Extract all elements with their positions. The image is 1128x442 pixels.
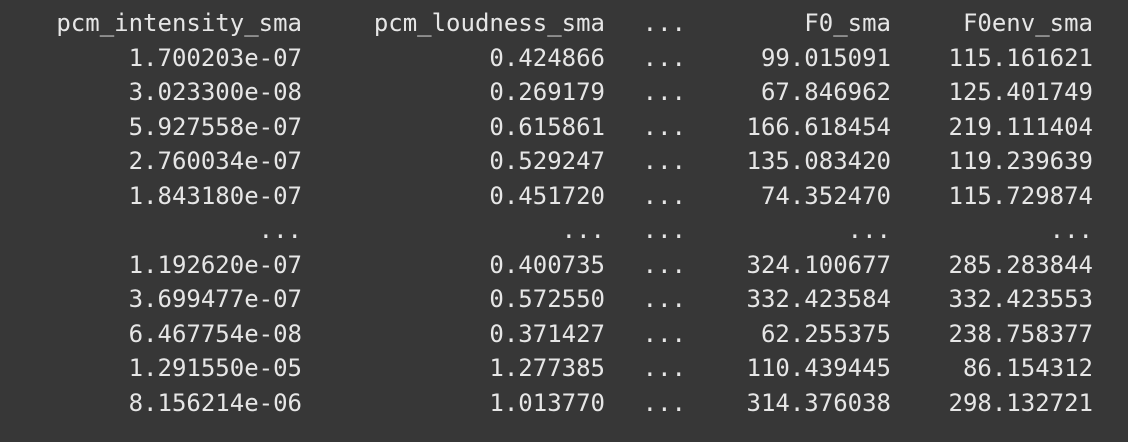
- column-header-ellipsis: ...: [642, 9, 686, 37]
- table-cell: 3.699477e-07: [128, 285, 302, 313]
- table-cell: 1.843180e-07: [128, 181, 302, 210]
- table-cell: 238.758377: [948, 319, 1094, 348]
- dataframe-output: { "headers": ["pcm_intensity_sma", "pcm_…: [0, 0, 1128, 442]
- table-cell: 86.154312: [962, 354, 1093, 382]
- table-cell-ellipsis: ...: [642, 216, 686, 244]
- table-cell: 125.401749: [948, 78, 1094, 106]
- table-cell: 1.700203e-07: [128, 43, 302, 72]
- table-cell-ellipsis: ...: [642, 147, 686, 175]
- column-header: F0env_sma: [962, 9, 1093, 37]
- table-cell: 74.352470: [760, 181, 891, 210]
- table-row: 8.156214e-06 1.013770 ... 314.376038 298…: [17, 386, 1093, 421]
- table-row: 1.700203e-07 0.424866 ... 99.015091 115.…: [17, 41, 1093, 76]
- table-row: 5.927558e-07 0.615861 ... 166.618454 219…: [17, 110, 1093, 145]
- table-cell: 324.100677: [746, 250, 892, 279]
- ellipsis-row: ... ... ... ... ...: [17, 213, 1093, 248]
- table-cell: 0.424866: [489, 43, 605, 72]
- table-cell: 314.376038: [746, 388, 892, 417]
- table-cell-ellipsis: ...: [642, 43, 686, 72]
- table-cell: 119.239639: [948, 147, 1094, 175]
- table-row: 1.291550e-05 1.277385 ... 110.439445 86.…: [17, 351, 1093, 386]
- table-cell: 166.618454: [746, 112, 892, 141]
- table-cell: 285.283844: [948, 250, 1094, 279]
- column-header: pcm_loudness_sma: [373, 9, 605, 37]
- table-cell: 1.291550e-05: [128, 354, 302, 382]
- table-cell: 0.400735: [489, 250, 605, 279]
- table-cell: 1.013770: [489, 388, 605, 417]
- table-row: 3.699477e-07 0.572550 ... 332.423584 332…: [17, 282, 1093, 317]
- table-cell: 6.467754e-08: [128, 319, 302, 348]
- table-row: 6.467754e-08 0.371427 ... 62.255375 238.…: [17, 317, 1093, 352]
- table-cell: 0.371427: [489, 319, 605, 348]
- table-cell: 0.615861: [489, 112, 605, 141]
- table-cell-ellipsis: ...: [642, 354, 686, 382]
- table-row: 2.760034e-07 0.529247 ... 135.083420 119…: [17, 144, 1093, 179]
- table-cell: 0.269179: [489, 78, 605, 106]
- table-cell-ellipsis: ...: [642, 78, 686, 106]
- table-row: 1.192620e-07 0.400735 ... 324.100677 285…: [17, 248, 1093, 283]
- table-cell: 332.423553: [948, 285, 1094, 313]
- header-row: pcm_intensity_sma pcm_loudness_sma ... F…: [17, 6, 1093, 41]
- table-cell: 99.015091: [760, 43, 891, 72]
- table-cell: 3.023300e-08: [128, 78, 302, 106]
- table-cell: 1.277385: [489, 354, 605, 382]
- table-cell-ellipsis: ...: [642, 319, 686, 348]
- table-cell-ellipsis: ...: [1049, 216, 1093, 244]
- table-cell: 67.846962: [760, 78, 891, 106]
- table-cell-ellipsis: ...: [642, 285, 686, 313]
- table-cell-ellipsis: ...: [258, 216, 302, 244]
- table-cell: 115.729874: [948, 181, 1094, 210]
- table-cell: 332.423584: [746, 285, 892, 313]
- table-cell: 298.132721: [948, 388, 1094, 417]
- table-cell: 115.161621: [948, 43, 1094, 72]
- table-cell: 219.111404: [948, 112, 1094, 141]
- table-cell-ellipsis: ...: [847, 216, 891, 244]
- table-cell: 2.760034e-07: [128, 147, 302, 175]
- table-cell: 1.192620e-07: [128, 250, 302, 279]
- table-cell: 62.255375: [760, 319, 891, 348]
- table-cell-ellipsis: ...: [642, 250, 686, 279]
- dataframe-table: pcm_intensity_sma pcm_loudness_sma ... F…: [17, 6, 1093, 420]
- table-cell-ellipsis: ...: [642, 181, 686, 210]
- table-cell: 110.439445: [746, 354, 892, 382]
- table-cell: 0.529247: [489, 147, 605, 175]
- table-row: 3.023300e-08 0.269179 ... 67.846962 125.…: [17, 75, 1093, 110]
- table-cell-ellipsis: ...: [642, 388, 686, 417]
- column-header: pcm_intensity_sma: [56, 9, 302, 37]
- table-cell: 5.927558e-07: [128, 112, 302, 141]
- table-cell-ellipsis: ...: [561, 216, 605, 244]
- table-row: 1.843180e-07 0.451720 ... 74.352470 115.…: [17, 179, 1093, 214]
- table-cell: 0.451720: [489, 181, 605, 210]
- table-cell: 0.572550: [489, 285, 605, 313]
- table-cell-ellipsis: ...: [642, 112, 686, 141]
- table-cell: 135.083420: [746, 147, 892, 175]
- table-cell: 8.156214e-06: [128, 388, 302, 417]
- column-header: F0_sma: [804, 9, 891, 37]
